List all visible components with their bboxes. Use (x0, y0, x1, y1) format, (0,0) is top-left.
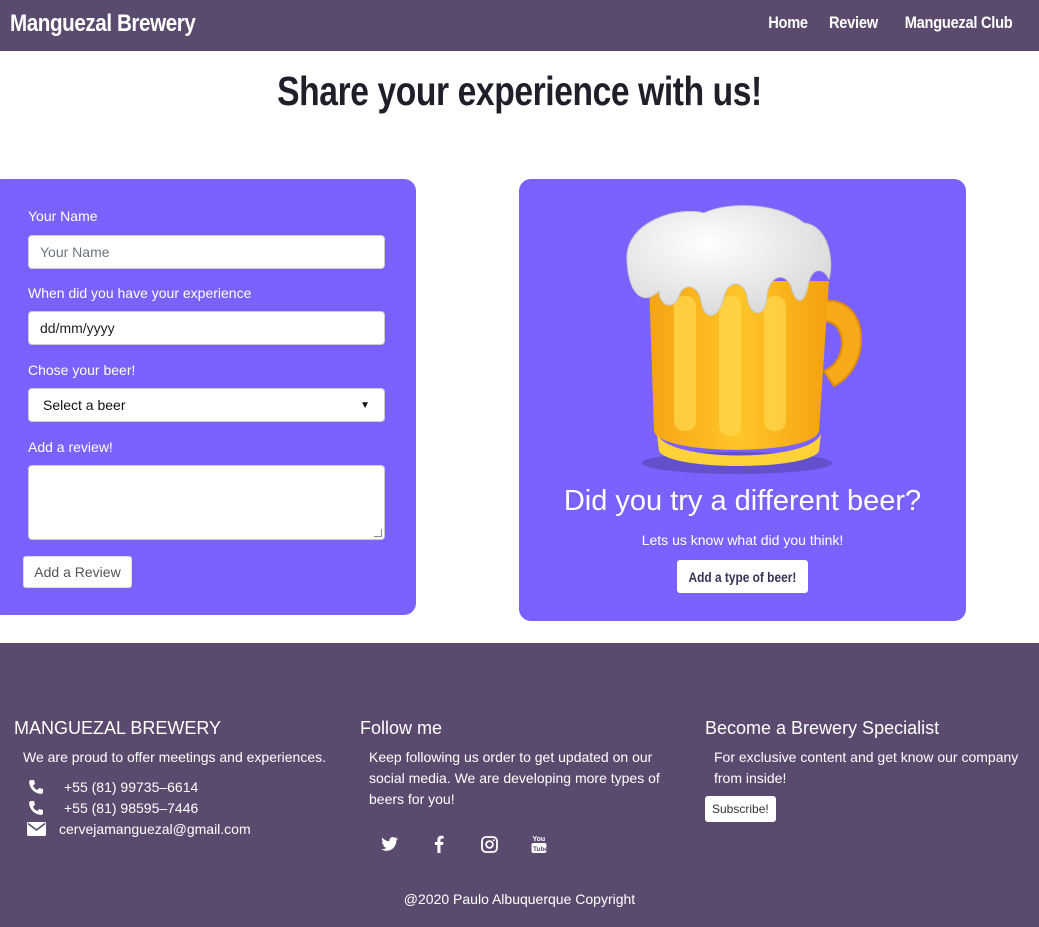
beer-card-heading: Did you try a different beer? (563, 485, 922, 517)
name-input[interactable] (28, 235, 385, 269)
beer-mug-image (626, 205, 863, 474)
beer-card-text: Lets us know what did you think! (641, 532, 844, 548)
footer-specialist: Become a Brewery Specialist For exclusiv… (705, 718, 1035, 822)
date-label: When did you have your experience (28, 285, 252, 301)
footer-follow: Follow me Keep following us order to get… (360, 718, 690, 856)
chevron-down-icon: ▼ (360, 399, 370, 411)
beer-select[interactable]: Select a beer ▼ (28, 388, 385, 422)
navbar: Manguezal Brewery Home Review Manguezal … (0, 0, 1039, 51)
add-beer-type-button[interactable]: Add a type of beer! (677, 560, 808, 593)
contact-phone-1: +55 (81) 99735–6614 (14, 776, 344, 797)
add-review-button[interactable]: Add a Review (23, 556, 132, 588)
page-title: Share your experience with us! (277, 68, 762, 114)
footer-specialist-heading: Become a Brewery Specialist (705, 718, 940, 738)
contact-phone-2: +55 (81) 98595–7446 (14, 797, 344, 818)
nav-links: Home Review Manguezal Club (765, 13, 1021, 33)
svg-text:You: You (533, 836, 546, 843)
beer-promo-card: Did you try a different beer? Lets us kn… (519, 179, 966, 621)
add-beer-type-button-label: Add a type of beer! (688, 568, 797, 585)
review-textarea[interactable] (28, 465, 385, 540)
contact-email: cervejamanguezal@gmail.com (14, 818, 344, 839)
svg-text:Tube: Tube (533, 846, 547, 853)
instagram-icon[interactable] (477, 832, 501, 856)
envelope-icon (27, 821, 59, 836)
subscribe-button[interactable]: Subscribe! (705, 796, 776, 822)
nav-link-review[interactable]: Review (829, 13, 878, 33)
date-input-value: dd/mm/yyyy (40, 320, 115, 336)
nav-link-home[interactable]: Home (768, 13, 808, 33)
phone-icon (28, 800, 64, 816)
date-input[interactable]: dd/mm/yyyy (28, 311, 385, 345)
beer-select-value: Select a beer (43, 397, 126, 413)
brand-logo[interactable]: Manguezal Brewery (10, 10, 196, 38)
youtube-icon[interactable]: You Tube (527, 832, 551, 856)
beer-label: Chose your beer! (28, 362, 136, 378)
review-label: Add a review! (28, 439, 113, 455)
facebook-icon[interactable] (427, 832, 451, 856)
phone-2-text: +55 (81) 98595–7446 (64, 799, 199, 816)
footer-follow-text: Keep following us order to get updated o… (369, 749, 660, 807)
copyright-text: @2020 Paulo Albuquerque Copyright (403, 891, 636, 907)
footer-about-heading: MANGUEZAL BREWERY (14, 718, 222, 738)
review-form-card: Your Name When did you have your experie… (0, 179, 416, 615)
phone-1-text: +55 (81) 99735–6614 (64, 778, 199, 795)
social-links: You Tube (360, 832, 690, 856)
footer: MANGUEZAL BREWERY We are proud to offer … (0, 643, 1039, 927)
phone-icon (28, 779, 64, 795)
email-text[interactable]: cervejamanguezal@gmail.com (59, 821, 251, 837)
footer-about: MANGUEZAL BREWERY We are proud to offer … (14, 718, 344, 839)
footer-follow-heading: Follow me (360, 718, 443, 738)
nav-link-manguezal-club[interactable]: Manguezal Club (905, 13, 1013, 33)
footer-about-text: We are proud to offer meetings and exper… (23, 749, 326, 765)
name-label: Your Name (28, 208, 98, 224)
twitter-icon[interactable] (377, 832, 401, 856)
footer-specialist-text: For exclusive content and get know our c… (714, 749, 1019, 786)
resize-handle-icon[interactable] (374, 529, 382, 537)
